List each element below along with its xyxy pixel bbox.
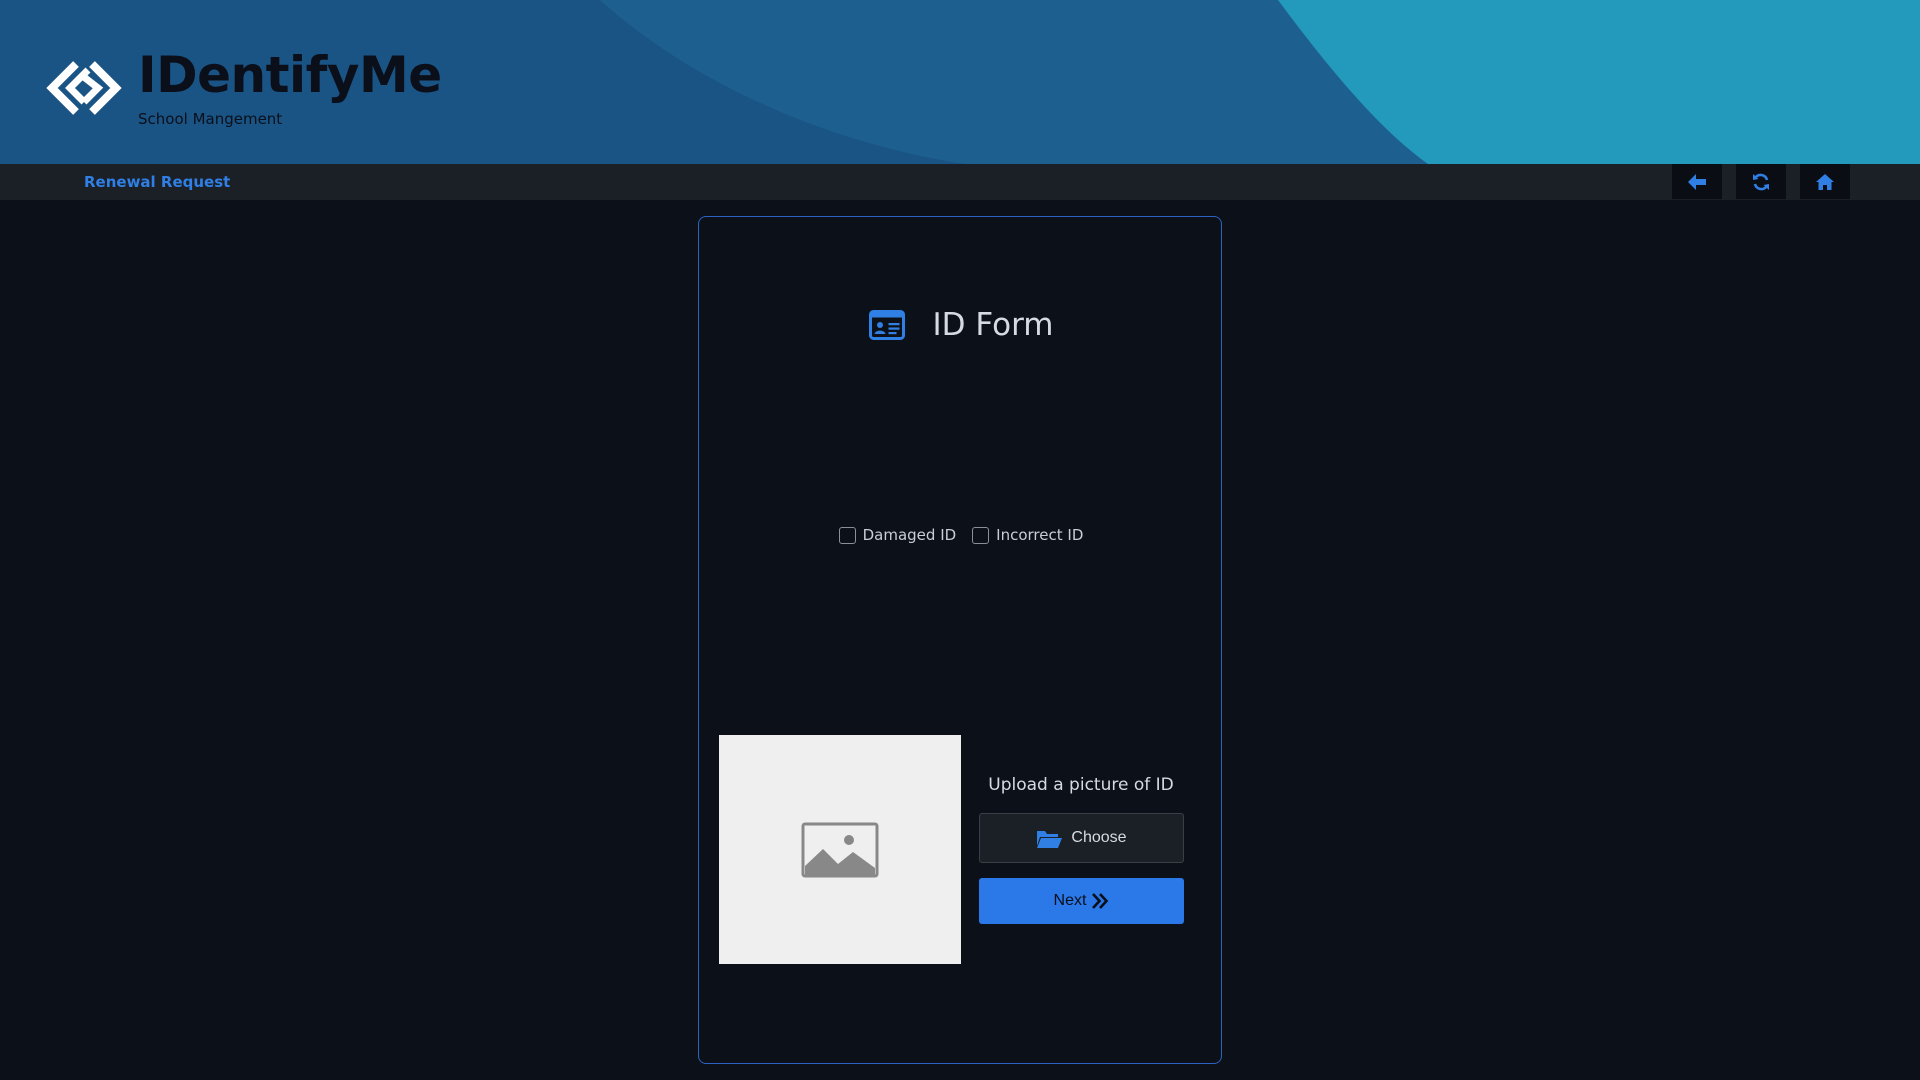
- refresh-icon: [1753, 173, 1769, 190]
- incorrect-id-checkbox[interactable]: [972, 526, 990, 544]
- id-card-icon: [868, 310, 905, 340]
- form-header: ID Form: [699, 307, 1223, 343]
- brand-name: IDentifyMe: [138, 46, 442, 104]
- brand-logo-icon: [46, 61, 122, 115]
- upload-instruction: Upload a picture of ID: [988, 775, 1174, 795]
- navbar: Renewal Request: [0, 164, 1920, 200]
- damaged-id-label: Damaged ID: [862, 526, 957, 544]
- arrow-left-icon: [1688, 173, 1706, 190]
- folder-open-icon: [1037, 830, 1063, 848]
- damaged-id-checkbox[interactable]: [838, 526, 856, 544]
- breadcrumb[interactable]: Renewal Request: [84, 173, 230, 191]
- choose-file-button[interactable]: Choose: [979, 813, 1184, 863]
- damaged-id-option[interactable]: Damaged ID: [838, 526, 957, 544]
- home-button[interactable]: [1800, 164, 1850, 199]
- id-image-preview: [719, 735, 961, 964]
- image-icon: [801, 822, 879, 877]
- app-header: IDentifyMe School Mangement: [0, 0, 1920, 164]
- id-form-card: ID Form Damaged ID Incorrect ID Upload a…: [698, 216, 1222, 1064]
- back-button[interactable]: [1672, 164, 1722, 199]
- brand-subtitle: School Mangement: [138, 110, 283, 128]
- home-icon: [1816, 173, 1834, 190]
- form-title: ID Form: [932, 307, 1054, 343]
- incorrect-id-label: Incorrect ID: [996, 526, 1084, 544]
- incorrect-id-option[interactable]: Incorrect ID: [972, 526, 1083, 544]
- refresh-button[interactable]: [1736, 164, 1786, 199]
- choose-button-label: Choose: [1071, 829, 1127, 846]
- next-button[interactable]: Next: [979, 878, 1184, 924]
- double-chevron-right-icon: [1092, 893, 1109, 909]
- reason-options: Damaged ID Incorrect ID: [699, 526, 1223, 544]
- next-button-label: Next: [1053, 892, 1087, 909]
